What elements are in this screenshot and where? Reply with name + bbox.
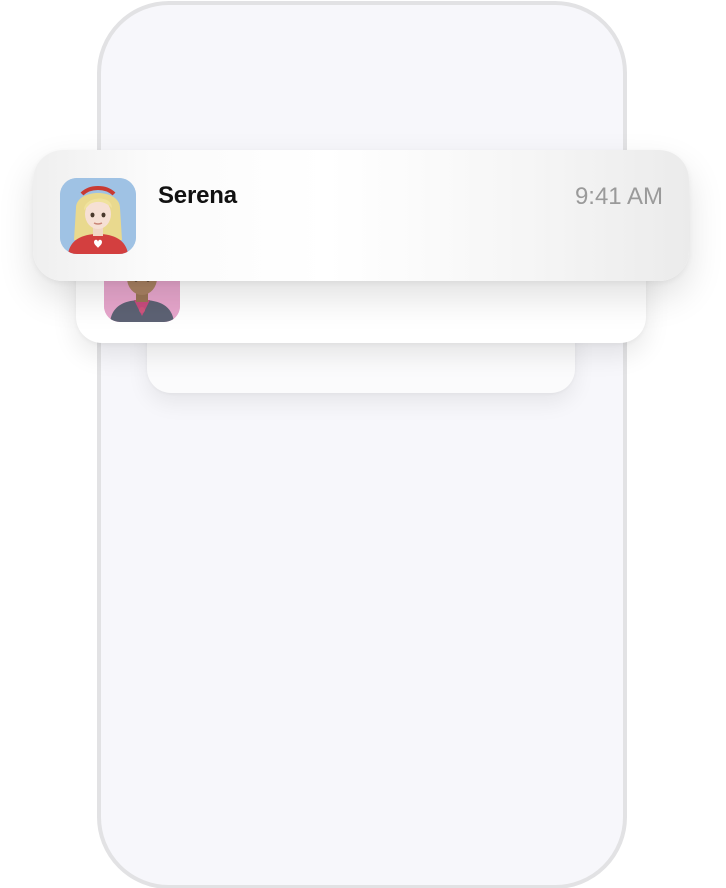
notification-time: 9:41 AM: [574, 183, 663, 210]
phone-frame: [97, 1, 627, 888]
notification-card-serena[interactable]: Serena 9:41 AM: [33, 150, 689, 281]
screen: Serena 9:41 AM: [0, 0, 726, 888]
sender-name: Serena: [158, 182, 237, 209]
avatar-woman-icon: [60, 178, 136, 254]
